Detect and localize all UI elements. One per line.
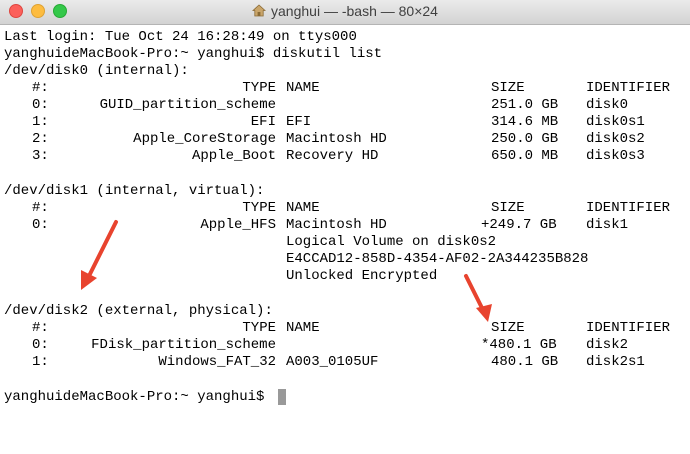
annotation-arrow-icon <box>81 220 118 290</box>
annotation-overlay <box>81 220 492 322</box>
annotation-arrow-icon <box>464 274 492 322</box>
